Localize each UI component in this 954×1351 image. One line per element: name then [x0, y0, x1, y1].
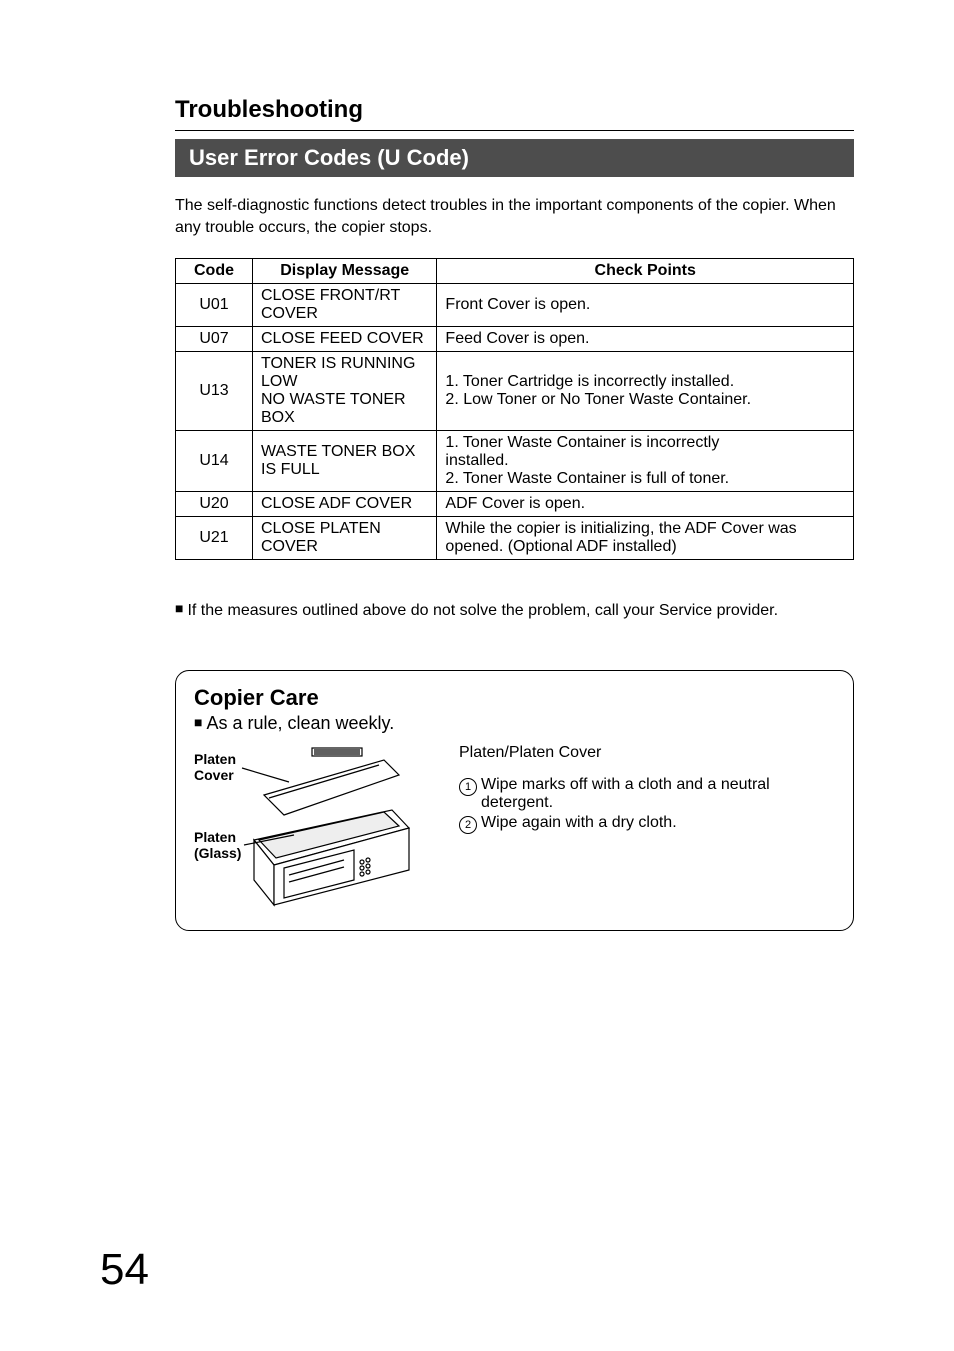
cell-check: Front Cover is open.	[437, 284, 854, 327]
table-row: U21 CLOSE PLATEN COVER While the copier …	[176, 517, 854, 560]
page-number: 54	[100, 1245, 149, 1295]
care-title: Copier Care	[194, 685, 835, 711]
cell-message: WASTE TONER BOX IS FULL	[253, 431, 437, 492]
care-step-text: Wipe marks off with a cloth and a neutra…	[481, 776, 835, 812]
care-instructions: Platen/Platen Cover 1 Wipe marks off wit…	[459, 744, 835, 910]
cell-message: TONER IS RUNNING LOW NO WASTE TONER BOX	[253, 352, 437, 431]
cell-message: CLOSE FRONT/RT COVER	[253, 284, 437, 327]
cell-check: While the copier is initializing, the AD…	[437, 517, 854, 560]
th-code: Code	[176, 259, 253, 284]
cell-message: CLOSE PLATEN COVER	[253, 517, 437, 560]
care-subtitle-text: As a rule, clean weekly.	[206, 713, 394, 733]
section-title: Troubleshooting	[175, 96, 854, 124]
table-row: U20 CLOSE ADF COVER ADF Cover is open.	[176, 492, 854, 517]
cell-code: U20	[176, 492, 253, 517]
copier-illustration: Platen Cover Platen (Glass)	[194, 740, 419, 910]
cell-message: CLOSE FEED COVER	[253, 327, 437, 352]
table-row: U07 CLOSE FEED COVER Feed Cover is open.	[176, 327, 854, 352]
cell-check: 1. Toner Cartridge is incorrectly instal…	[437, 352, 854, 431]
cell-message: CLOSE ADF COVER	[253, 492, 437, 517]
bullet-square-icon: ■	[175, 600, 183, 616]
cell-check: ADF Cover is open.	[437, 492, 854, 517]
cell-code: U14	[176, 431, 253, 492]
table-row: U01 CLOSE FRONT/RT COVER Front Cover is …	[176, 284, 854, 327]
cell-check: 1. Toner Waste Container is incorrectly …	[437, 431, 854, 492]
intro-text: The self-diagnostic functions detect tro…	[175, 195, 854, 238]
care-step-text: Wipe again with a dry cloth.	[481, 814, 677, 832]
horizontal-rule	[175, 130, 854, 131]
table-row: U14 WASTE TONER BOX IS FULL 1. Toner Was…	[176, 431, 854, 492]
care-step: 2 Wipe again with a dry cloth.	[459, 814, 835, 834]
cell-check: Feed Cover is open.	[437, 327, 854, 352]
figure-label-platen-glass: Platen (Glass)	[194, 830, 241, 861]
note-line: ■If the measures outlined above do not s…	[175, 600, 854, 620]
care-right-heading: Platen/Platen Cover	[459, 744, 835, 762]
cell-code: U21	[176, 517, 253, 560]
th-check: Check Points	[437, 259, 854, 284]
copier-care-panel: Copier Care ■As a rule, clean weekly.	[175, 670, 854, 931]
subsection-bar: User Error Codes (U Code)	[175, 139, 854, 177]
th-message: Display Message	[253, 259, 437, 284]
step-number-icon: 1	[459, 778, 477, 796]
cell-code: U13	[176, 352, 253, 431]
step-number-icon: 2	[459, 816, 477, 834]
table-header-row: Code Display Message Check Points	[176, 259, 854, 284]
note-text: If the measures outlined above do not so…	[187, 602, 778, 619]
cell-code: U07	[176, 327, 253, 352]
bullet-square-icon: ■	[194, 714, 202, 730]
figure-label-platen-cover: Platen Cover	[194, 752, 236, 783]
care-step: 1 Wipe marks off with a cloth and a neut…	[459, 776, 835, 812]
table-row: U13 TONER IS RUNNING LOW NO WASTE TONER …	[176, 352, 854, 431]
care-subtitle: ■As a rule, clean weekly.	[194, 713, 835, 734]
error-codes-table: Code Display Message Check Points U01 CL…	[175, 258, 854, 560]
cell-code: U01	[176, 284, 253, 327]
